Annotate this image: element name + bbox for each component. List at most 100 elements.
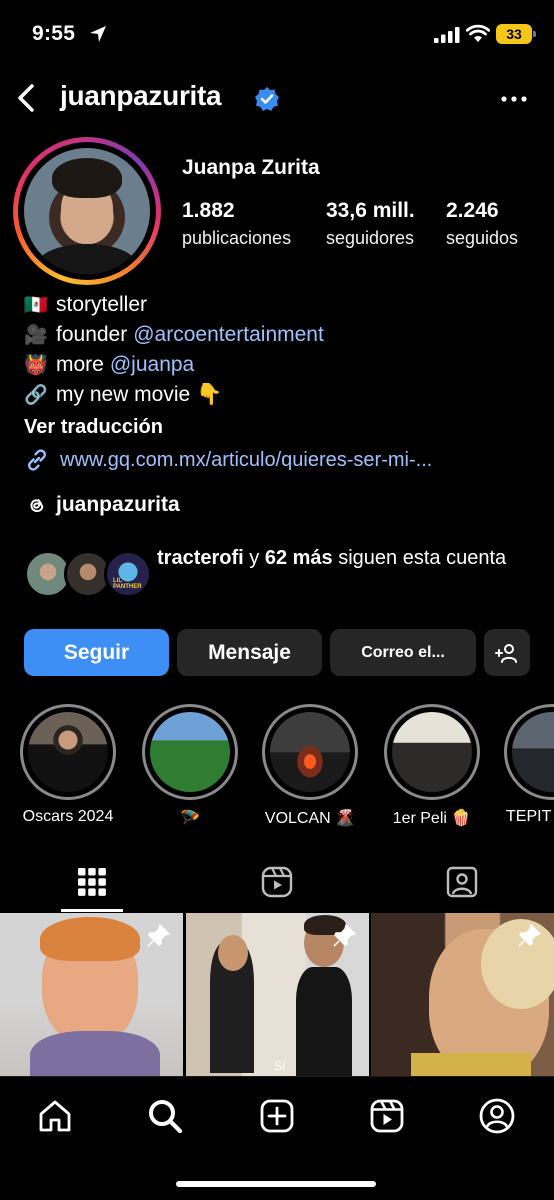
highlight-label: 🪂: [180, 810, 200, 827]
highlight-label: 1er Peli 🍿: [392, 810, 472, 827]
avatar-photo: [24, 148, 150, 274]
stat-label: publicaciones: [182, 228, 292, 248]
story-highlight[interactable]: 🪂: [142, 704, 238, 828]
plus-square-icon: [260, 1099, 294, 1133]
follower-avatar: LIL PANTHER: [104, 550, 152, 598]
more-options-icon[interactable]: [496, 82, 532, 116]
see-translation-link[interactable]: Ver traducción: [24, 412, 544, 442]
profile-bio: 🇲🇽 storyteller 🎥 founder @arcoentertainm…: [24, 290, 544, 475]
grid-post[interactable]: [371, 913, 554, 1076]
bio-line: 👹 more @juanpa: [24, 350, 544, 380]
stat-following[interactable]: 2.246 seguidos: [446, 199, 518, 249]
verified-badge-icon: [255, 87, 279, 111]
threads-username: juanpazurita: [56, 493, 180, 516]
follower-count: 62 más: [264, 547, 333, 569]
stat-value: 2.246: [446, 199, 499, 222]
movie-camera-icon: 🎥: [24, 324, 48, 346]
stat-followers[interactable]: 33,6 mill. seguidores: [326, 199, 415, 249]
story-highlight[interactable]: 1er Peli 🍿: [384, 704, 480, 828]
posts-grid: Sí: [0, 913, 554, 1076]
battery-indicator: 33: [496, 24, 536, 44]
highlight-cover: [270, 712, 350, 792]
bio-text: founder: [56, 323, 128, 346]
home-indicator: [176, 1181, 376, 1187]
link-icon: [28, 449, 46, 471]
nav-profile[interactable]: [476, 1095, 518, 1137]
cellular-signal-icon: [434, 27, 460, 43]
follower-name: tracterofi: [157, 547, 244, 569]
story-highlight[interactable]: Oscars 2024: [20, 704, 116, 826]
avatar-tag-text: LIL PANTHER: [113, 578, 142, 590]
message-button[interactable]: Mensaje: [177, 629, 322, 676]
follow-button[interactable]: Seguir: [24, 629, 169, 676]
reels-icon: [370, 1099, 404, 1133]
post-caption-text: Sí: [274, 1059, 286, 1073]
highlight-label: TEPIT: [506, 808, 552, 825]
grid-icon: [78, 868, 106, 896]
wifi-icon: [466, 24, 490, 42]
nav-search[interactable]: [144, 1095, 186, 1137]
link-emoji-icon: 🔗: [24, 384, 48, 406]
grid-post[interactable]: Sí: [186, 913, 369, 1076]
status-time: 9:55: [32, 22, 76, 45]
stat-value: 1.882: [182, 199, 235, 222]
bio-mention-link[interactable]: @juanpa: [110, 350, 194, 380]
bottom-navigation: [0, 1076, 554, 1200]
nav-home[interactable]: [34, 1095, 76, 1137]
highlight-cover: [512, 712, 554, 792]
profile-full-name: Juanpa Zurita: [182, 156, 320, 179]
grid-post[interactable]: [0, 913, 183, 1076]
stat-posts[interactable]: 1.882 publicaciones: [182, 199, 291, 249]
mexico-flag-icon: 🇲🇽: [24, 294, 48, 316]
nav-reels[interactable]: [366, 1095, 408, 1137]
stat-label: seguidores: [326, 228, 415, 248]
highlight-cover: [28, 712, 108, 792]
add-person-icon: [495, 643, 517, 663]
email-button[interactable]: Correo el...: [330, 629, 476, 676]
bio-external-link[interactable]: www.gq.com.mx/articulo/quieres-ser-mi-..…: [24, 445, 544, 475]
tagged-icon: [446, 866, 478, 898]
followed-by-connector: y: [243, 547, 265, 569]
tab-posts[interactable]: [0, 852, 184, 912]
highlight-label: VOLCAN 🌋: [264, 810, 356, 827]
pin-icon: [147, 924, 170, 947]
active-tab-indicator: [61, 909, 123, 912]
pin-icon: [518, 924, 541, 947]
followed-by-suffix: siguen esta cuenta: [332, 547, 507, 569]
highlight-label: Oscars 2024: [22, 808, 114, 825]
followed-by-row[interactable]: LIL PANTHER tracterofi y 62 más siguen e…: [24, 544, 544, 604]
reels-icon: [261, 866, 293, 898]
story-highlight[interactable]: VOLCAN 🌋: [262, 704, 358, 828]
status-bar: 9:55 33: [0, 0, 554, 68]
tab-tagged[interactable]: [370, 852, 554, 912]
story-highlight[interactable]: TEPIT: [504, 704, 554, 826]
location-arrow-icon: [90, 26, 106, 42]
bio-line: 🇲🇽 storyteller: [24, 290, 544, 320]
tab-reels[interactable]: [185, 852, 369, 912]
bio-mention-link[interactable]: @arcoentertainment: [133, 320, 324, 350]
bio-text: my new movie 👇: [56, 383, 223, 406]
nav-create[interactable]: [256, 1095, 298, 1137]
threads-icon: [30, 499, 44, 512]
stat-value: 33,6 mill.: [326, 199, 415, 222]
bio-text: storyteller: [56, 293, 148, 316]
threads-link[interactable]: juanpazurita: [24, 490, 180, 520]
search-icon: [149, 1100, 183, 1134]
suggested-users-button[interactable]: [484, 629, 530, 676]
ogre-icon: 👹: [24, 354, 48, 376]
profile-header: juanpazurita: [0, 74, 554, 124]
home-icon: [39, 1100, 71, 1132]
followed-by-text: tracterofi y 62 más siguen esta cuenta: [157, 544, 537, 573]
bio-line: 🔗 my new movie 👇: [24, 380, 544, 410]
back-chevron-icon[interactable]: [10, 78, 40, 118]
bio-line: 🎥 founder @arcoentertainment: [24, 320, 544, 350]
profile-avatar[interactable]: [13, 137, 161, 285]
pin-icon: [333, 924, 356, 947]
header-username: juanpazurita: [60, 80, 222, 111]
profile-tabs: [0, 852, 554, 912]
bio-text: more: [56, 353, 104, 376]
highlight-cover: [150, 712, 230, 792]
stat-label: seguidos: [446, 228, 519, 248]
profile-icon: [479, 1098, 515, 1134]
highlight-cover: [392, 712, 472, 792]
